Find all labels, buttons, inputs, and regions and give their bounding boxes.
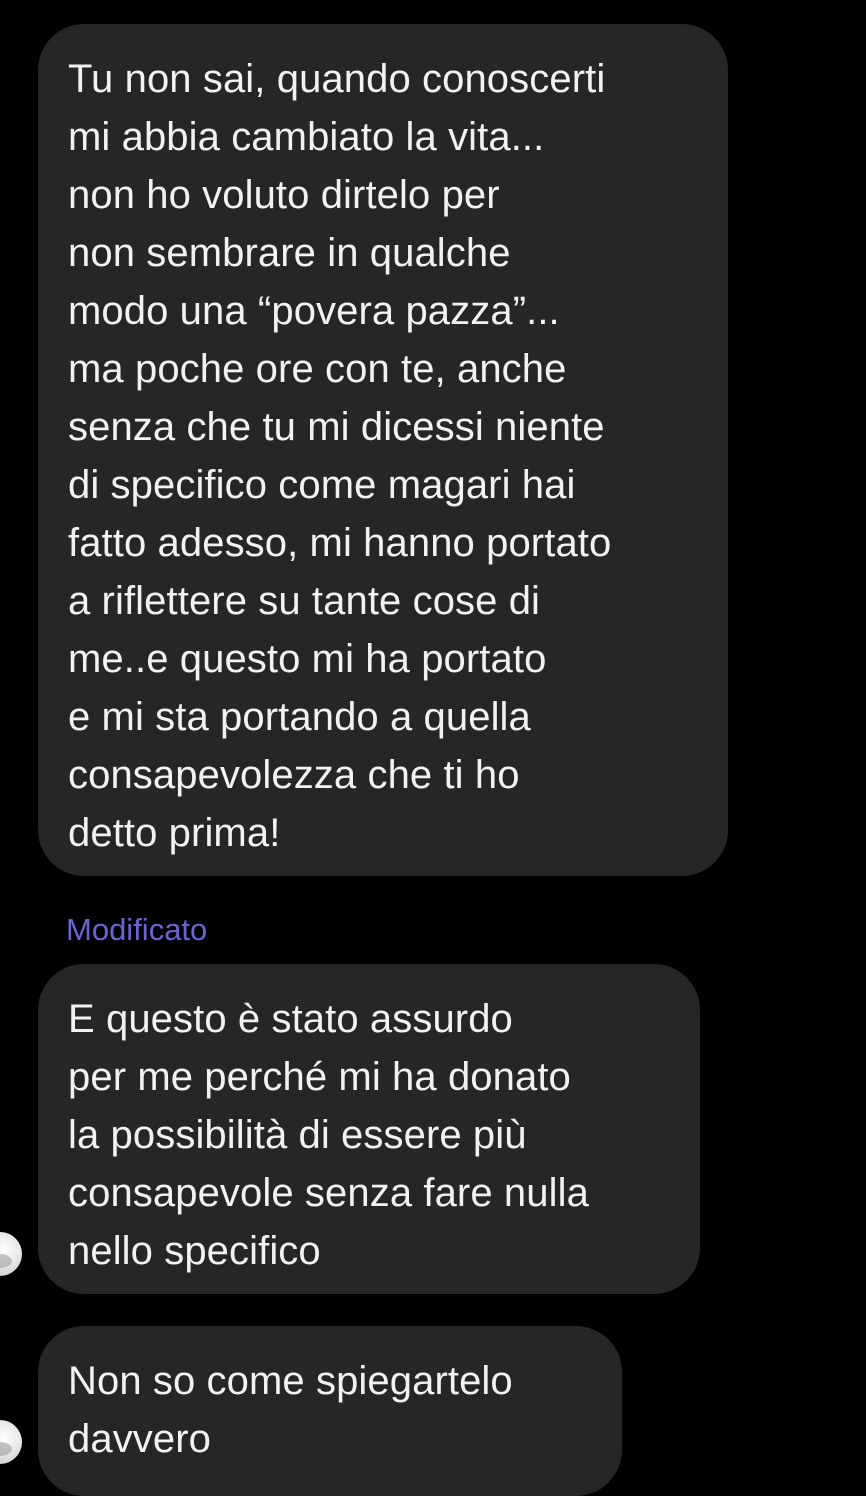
message-bubble-1[interactable]: Tu non sai, quando conoscerti mi abbia c… [38, 24, 728, 876]
message-line: davvero [68, 1417, 212, 1461]
message-line: fatto adesso, mi hanno portato [68, 521, 612, 565]
edited-label: Modificato [66, 912, 208, 947]
message-line: consapevolezza che ti ho [68, 753, 520, 797]
message-line: di specifico come magari hai [68, 463, 576, 507]
message-line: detto prima! [68, 811, 281, 855]
message-bubble-3[interactable]: Non so come spiegartelo davvero [38, 1326, 622, 1496]
message-bubble-2[interactable]: E questo è stato assurdo per me perché m… [38, 964, 700, 1294]
message-line: non ho voluto dirtelo per [68, 173, 500, 217]
message-line: me..e questo mi ha portato [68, 637, 547, 681]
message-line: la possibilità di essere più [68, 1113, 527, 1157]
message-line: Non so come spiegartelo [68, 1359, 513, 1403]
message-line: a riflettere su tante cose di [68, 579, 541, 623]
message-line: mi abbia cambiato la vita... [68, 115, 545, 159]
message-line: per me perché mi ha donato [68, 1055, 571, 1099]
message-line: non sembrare in qualche [68, 231, 511, 275]
message-line: E questo è stato assurdo [68, 997, 513, 1041]
message-line: nello specifico [68, 1229, 321, 1273]
message-thread: Tu non sai, quando conoscerti mi abbia c… [0, 0, 866, 1496]
message-line: senza che tu mi dicessi niente [68, 405, 605, 449]
message-line: consapevole senza fare nulla [68, 1171, 589, 1215]
avatar-icon[interactable] [0, 1232, 22, 1276]
message-line: e mi sta portando a quella [68, 695, 531, 739]
avatar-icon[interactable] [0, 1420, 22, 1464]
message-line: modo una “povera pazza”... [68, 289, 560, 333]
message-line: ma poche ore con te, anche [68, 347, 567, 391]
message-line: Tu non sai, quando conoscerti [68, 57, 606, 101]
